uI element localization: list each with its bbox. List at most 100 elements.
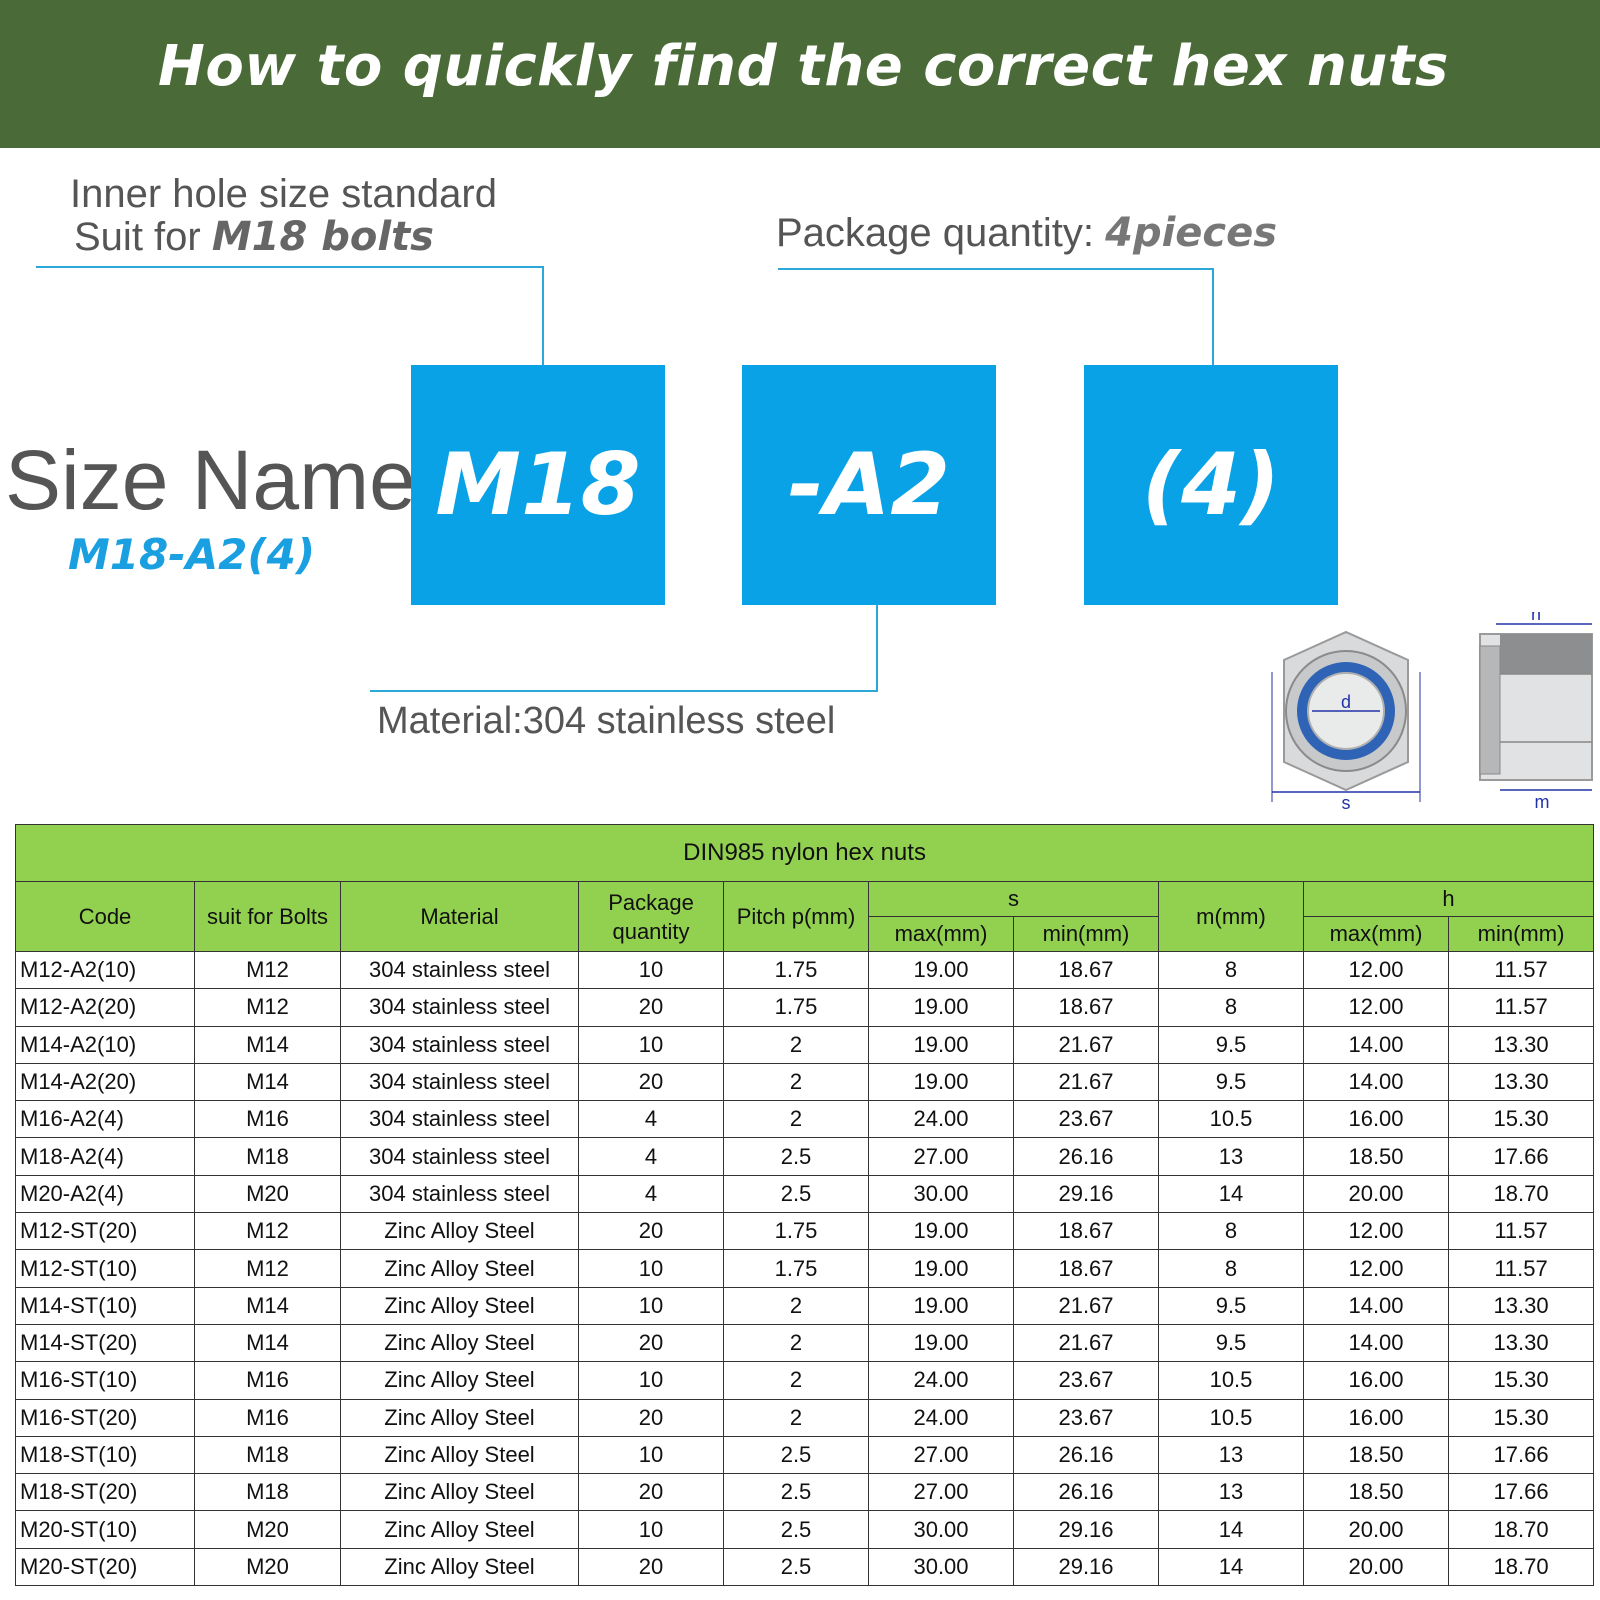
cell-code: M12-A2(10) (15, 950, 195, 990)
cell-s-max: 30.00 (868, 1547, 1014, 1587)
cell-code: M14-A2(20) (15, 1062, 195, 1102)
cell-pitch: 1.75 (723, 988, 869, 1027)
cell-code: M14-A2(10) (15, 1025, 195, 1064)
cell-m: 14 (1158, 1174, 1304, 1214)
cell-pitch: 2.5 (723, 1435, 869, 1475)
cell-material: 304 stainless steel (340, 1100, 579, 1139)
cell-h-max: 18.50 (1303, 1435, 1449, 1475)
cell-h-max: 14.00 (1303, 1323, 1449, 1363)
dimension-h-label: h (1531, 612, 1541, 624)
connector-line (370, 690, 878, 692)
cell-h-min: 11.57 (1447, 950, 1595, 990)
cell-pitch: 2.5 (723, 1547, 869, 1587)
cell-s-max: 19.00 (868, 1212, 1014, 1251)
col-header-pitch: Pitch p(mm) (723, 881, 869, 952)
cell-h-max: 18.50 (1303, 1473, 1449, 1512)
cell-s-max: 27.00 (868, 1473, 1014, 1512)
cell-code: M18-ST(10) (15, 1435, 195, 1475)
spec-table-body: M12-A2(10) M12 304 stainless steel 10 1.75 19… (15, 950, 1595, 1587)
table-row: M12-ST(10) M12 Zinc Alloy Steel 10 1.75 19.00… (15, 1249, 1595, 1288)
cell-code: M18-A2(4) (15, 1137, 195, 1176)
table-row: M16-ST(10) M16 Zinc Alloy Steel 10 2 24.00 23.… (15, 1361, 1595, 1400)
cell-h-max: 16.00 (1303, 1361, 1449, 1400)
cell-suit-for-bolts: M16 (194, 1361, 341, 1400)
table-row: M14-ST(10) M14 Zinc Alloy Steel 10 2 19.00 21.… (15, 1286, 1595, 1325)
cell-package-quantity: 4 (578, 1174, 724, 1214)
cell-m: 8 (1158, 988, 1304, 1027)
cell-m: 9.5 (1158, 1323, 1304, 1363)
cell-code: M16-ST(10) (15, 1361, 195, 1400)
cell-package-quantity: 20 (578, 1062, 724, 1102)
cell-material: 304 stainless steel (340, 1025, 579, 1064)
cell-s-min: 21.67 (1013, 1062, 1159, 1102)
cell-material: Zinc Alloy Steel (340, 1286, 579, 1325)
cell-material: 304 stainless steel (340, 988, 579, 1027)
cell-package-quantity: 20 (578, 1212, 724, 1251)
cell-h-max: 12.00 (1303, 1212, 1449, 1251)
cell-h-min: 11.57 (1447, 1212, 1595, 1251)
cell-pitch: 2 (723, 1025, 869, 1064)
cell-s-max: 24.00 (868, 1398, 1014, 1437)
cell-s-min: 26.16 (1013, 1435, 1159, 1475)
cell-h-min: 13.30 (1447, 1062, 1595, 1102)
cell-pitch: 2.5 (723, 1137, 869, 1176)
inner-hole-label: Inner hole size standard (70, 172, 497, 216)
table-row: M12-A2(20) M12 304 stainless steel 20 1.75 19… (15, 988, 1595, 1027)
cell-s-max: 19.00 (868, 1249, 1014, 1288)
nut-side-view-icon: h m (1479, 612, 1593, 812)
cell-h-max: 16.00 (1303, 1100, 1449, 1139)
cell-h-min: 15.30 (1447, 1100, 1595, 1139)
cell-s-min: 29.16 (1013, 1547, 1159, 1587)
col-header-m: m(mm) (1158, 881, 1304, 952)
col-header-h-min: min(mm) (1447, 916, 1595, 952)
cell-s-max: 24.00 (868, 1361, 1014, 1400)
cell-m: 10.5 (1158, 1100, 1304, 1139)
cell-m: 8 (1158, 1249, 1304, 1288)
cell-code: M20-ST(10) (15, 1510, 195, 1549)
cell-s-min: 18.67 (1013, 1212, 1159, 1251)
cell-s-min: 29.16 (1013, 1174, 1159, 1214)
cell-m: 8 (1158, 1212, 1304, 1251)
cell-s-min: 23.67 (1013, 1398, 1159, 1437)
connector-line (876, 604, 878, 692)
table-row: M16-A2(4) M16 304 stainless steel 4 2 24.00 23… (15, 1100, 1595, 1139)
col-header-code: Code (15, 881, 195, 952)
cell-package-quantity: 20 (578, 1323, 724, 1363)
cell-code: M12-ST(10) (15, 1249, 195, 1288)
cell-h-max: 12.00 (1303, 950, 1449, 990)
spec-table: DIN985 nylon hex nuts Code suit for Bolt… (14, 824, 1595, 1587)
cell-material: 304 stainless steel (340, 1062, 579, 1102)
cell-code: M14-ST(20) (15, 1323, 195, 1363)
size-box-bolt: M18 (411, 365, 665, 605)
cell-m: 9.5 (1158, 1286, 1304, 1325)
cell-s-min: 18.67 (1013, 1249, 1159, 1288)
cell-m: 10.5 (1158, 1361, 1304, 1400)
cell-material: Zinc Alloy Steel (340, 1361, 579, 1400)
cell-material: Zinc Alloy Steel (340, 1212, 579, 1251)
cell-suit-for-bolts: M12 (194, 950, 341, 990)
cell-h-max: 20.00 (1303, 1547, 1449, 1587)
nut-front-view-icon: d s (1271, 630, 1421, 812)
table-row: M14-ST(20) M14 Zinc Alloy Steel 20 2 19.00 21.… (15, 1323, 1595, 1363)
cell-m: 8 (1158, 950, 1304, 990)
cell-s-max: 19.00 (868, 1025, 1014, 1064)
cell-h-max: 14.00 (1303, 1025, 1449, 1064)
cell-m: 13 (1158, 1435, 1304, 1475)
size-box-text: (4) (1141, 435, 1281, 535)
cell-suit-for-bolts: M20 (194, 1510, 341, 1549)
cell-s-max: 19.00 (868, 1286, 1014, 1325)
cell-suit-for-bolts: M18 (194, 1435, 341, 1475)
table-row: M14-A2(20) M14 304 stainless steel 20 2 19.00… (15, 1062, 1595, 1102)
cell-m: 14 (1158, 1547, 1304, 1587)
cell-h-min: 11.57 (1447, 1249, 1595, 1288)
table-row: M20-ST(10) M20 Zinc Alloy Steel 10 2.5 30.00 2… (15, 1510, 1595, 1549)
cell-package-quantity: 20 (578, 1398, 724, 1437)
cell-s-max: 27.00 (868, 1137, 1014, 1176)
cell-pitch: 1.75 (723, 1249, 869, 1288)
cell-s-min: 23.67 (1013, 1361, 1159, 1400)
table-row: M12-ST(20) M12 Zinc Alloy Steel 20 1.75 19.00… (15, 1212, 1595, 1251)
col-header-s: s (868, 881, 1159, 917)
col-header-h-max: max(mm) (1303, 916, 1449, 952)
dimension-d-label: d (1341, 692, 1351, 712)
cell-package-quantity: 10 (578, 1435, 724, 1475)
